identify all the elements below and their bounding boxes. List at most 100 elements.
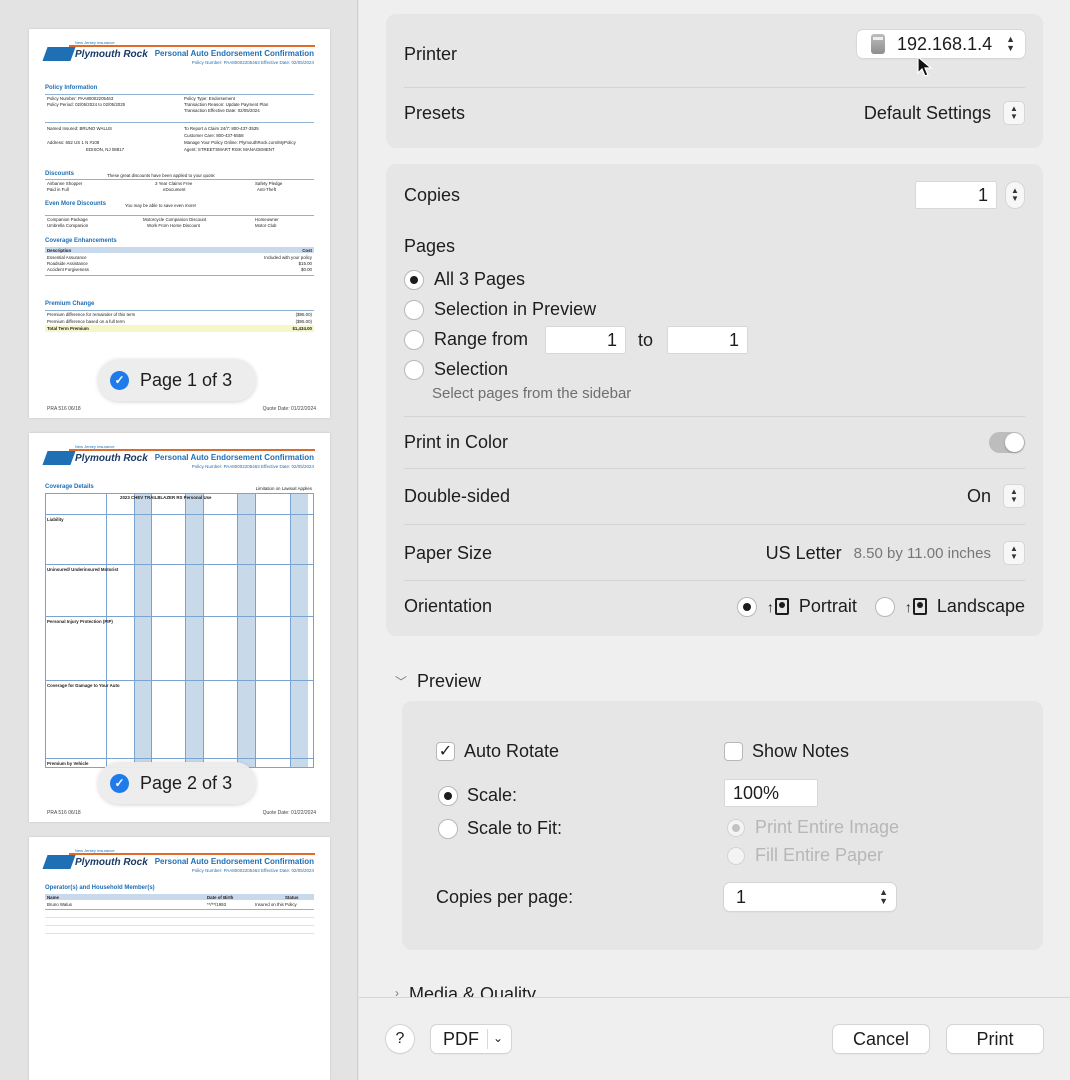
- selection-hint: Select pages from the sidebar: [432, 385, 632, 402]
- show-notes-option[interactable]: Show Notes: [724, 741, 849, 762]
- paper-size-row: Paper Size US Letter 8.50 by 11.00 inche…: [404, 541, 1025, 565]
- doc-line: $0.00: [301, 267, 312, 272]
- radio-button[interactable]: [438, 818, 458, 839]
- help-button[interactable]: ?: [386, 1025, 414, 1053]
- doc-line: eDocument: [163, 187, 186, 192]
- scale-input[interactable]: 100%: [724, 779, 818, 807]
- media-quality-disclosure[interactable]: › Media & Quality: [395, 984, 536, 998]
- portrait-radio[interactable]: [736, 596, 757, 617]
- doc-line: Address: 652 US 1 N #108: [47, 140, 100, 145]
- cancel-button[interactable]: Cancel: [833, 1025, 929, 1053]
- section-heading: Even More Discounts: [45, 201, 107, 207]
- pages-heading-row: Pages: [404, 236, 1025, 257]
- grid-column: [185, 494, 203, 767]
- copies-per-page-select[interactable]: 1 ▲ ▼: [724, 883, 896, 911]
- doc-line: Cost: [302, 248, 312, 253]
- fill-entire-paper-option[interactable]: Fill Entire Paper: [727, 845, 883, 866]
- doc-line: Status: [285, 895, 299, 900]
- doc-line: Premium difference based on a full term: [47, 319, 125, 324]
- print-in-color-toggle[interactable]: [989, 432, 1025, 453]
- presets-label: Presets: [404, 102, 466, 123]
- grid-column: [237, 494, 255, 767]
- document-title: Personal Auto Endorsement Confirmation: [154, 49, 314, 58]
- section-rule: [45, 215, 314, 216]
- landscape-label: Landscape: [936, 596, 1025, 616]
- range-from-input[interactable]: 1: [545, 326, 626, 354]
- grid-row: [46, 680, 313, 681]
- doc-line: Premium by Vehicle: [47, 761, 89, 766]
- chevron-down-icon: ﹀: [395, 675, 408, 689]
- pages-selection-option[interactable]: Selection: [404, 359, 508, 380]
- page-label: Page 2 of 3: [140, 772, 233, 793]
- radio-label: Selection: [434, 359, 509, 379]
- presets-select[interactable]: Default Settings ▲ ▼: [864, 101, 1025, 125]
- pdf-menu-button[interactable]: PDF ⌄: [431, 1025, 511, 1053]
- checkmark-icon: ✓: [110, 370, 129, 390]
- radio-button[interactable]: [727, 818, 745, 837]
- double-sided-select[interactable]: On ▲ ▼: [967, 484, 1025, 508]
- document-subtitle: Policy Number: PAA80002205463 Effective …: [191, 868, 314, 873]
- logo-subtext: New Jersey Insurance: [75, 848, 115, 853]
- chevron-updown-icon: ▲ ▼: [1003, 101, 1025, 125]
- document-title: Personal Auto Endorsement Confirmation: [154, 453, 314, 462]
- landscape-radio[interactable]: [874, 596, 895, 617]
- doc-line: ($95.00): [295, 312, 312, 317]
- radio-button[interactable]: [404, 299, 424, 320]
- grid-row: [46, 758, 313, 759]
- orientation-label: Orientation: [404, 596, 493, 616]
- checkbox-checked[interactable]: ✓: [436, 742, 455, 761]
- divider: [404, 524, 1025, 525]
- range-to-label: to: [638, 330, 654, 350]
- pages-all-option[interactable]: All 3 Pages: [404, 269, 525, 290]
- section-rule: [45, 275, 314, 276]
- checkbox[interactable]: [724, 742, 743, 761]
- copies-stepper[interactable]: ▲ ▼: [1005, 181, 1025, 209]
- copies-row: Copies 1 ▲ ▼: [404, 181, 1025, 209]
- doc-line: Personal Injury Protection (PIP): [47, 619, 113, 624]
- paper-size-value: US Letter: [765, 542, 842, 563]
- preview-disclosure[interactable]: ﹀ Preview: [395, 671, 481, 692]
- doc-line: Work From Home Discount: [147, 223, 200, 228]
- pages-range-option[interactable]: Range from: [404, 329, 528, 350]
- radio-button[interactable]: [404, 329, 424, 350]
- radio-button[interactable]: [438, 785, 458, 806]
- doc-line: Total Term Premium: [47, 326, 89, 331]
- section-rule: [45, 933, 314, 934]
- paper-size-select[interactable]: US Letter 8.50 by 11.00 inches ▲ ▼: [766, 541, 1025, 565]
- doc-line: Motorcycle Companion Discount: [143, 217, 207, 222]
- radio-label: All 3 Pages: [434, 269, 526, 289]
- copies-per-page-value: 1: [736, 886, 747, 907]
- preview-card: ✓ Auto Rotate Show Notes Scale: 100% Sca…: [402, 701, 1043, 950]
- page-thumbnail-3[interactable]: New Jersey Insurance Plymouth Rock Perso…: [29, 837, 330, 1080]
- doc-line: Policy Number: PAA80002205463: [47, 96, 114, 101]
- divider: [404, 87, 1025, 88]
- section-rule: [45, 94, 314, 95]
- grid-column: [151, 494, 152, 767]
- radio-button[interactable]: [404, 269, 424, 290]
- printer-select[interactable]: 192.168.1.4 ▲ ▼: [857, 30, 1025, 58]
- print-button[interactable]: Print: [947, 1025, 1043, 1053]
- pages-selection-in-preview-option[interactable]: Selection in Preview: [404, 299, 596, 320]
- section-heading: Discounts: [45, 171, 75, 177]
- show-notes-label: Show Notes: [752, 741, 850, 761]
- doc-line: Safety Pledge: [255, 181, 283, 186]
- logo-text: Plymouth Rock: [75, 857, 148, 868]
- scale-option[interactable]: Scale:: [438, 785, 517, 806]
- doc-line: ($95.00): [295, 319, 312, 324]
- page-1-selected-badge[interactable]: ✓ Page 1 of 3: [98, 359, 257, 401]
- page-2-selected-badge[interactable]: ✓ Page 2 of 3: [98, 762, 257, 804]
- grid-column: [203, 494, 204, 767]
- auto-rotate-option[interactable]: ✓ Auto Rotate: [436, 741, 559, 762]
- copies-input[interactable]: 1: [915, 181, 997, 209]
- range-to-input[interactable]: 1: [667, 326, 748, 354]
- header-rule: [69, 853, 315, 855]
- radio-button[interactable]: [727, 846, 745, 865]
- radio-button[interactable]: [404, 359, 424, 380]
- presets-row: Presets Default Settings ▲ ▼: [404, 101, 1025, 125]
- print-entire-image-option[interactable]: Print Entire Image: [727, 817, 899, 838]
- doc-line: Uninsured/ Underinsured Motorist: [47, 567, 119, 572]
- scale-to-fit-option[interactable]: Scale to Fit:: [438, 818, 562, 839]
- orientation-control: ↑ Portrait ↑ Landscape: [736, 596, 1025, 617]
- printer-value: 192.168.1.4: [897, 33, 993, 54]
- section-rule: [45, 179, 314, 180]
